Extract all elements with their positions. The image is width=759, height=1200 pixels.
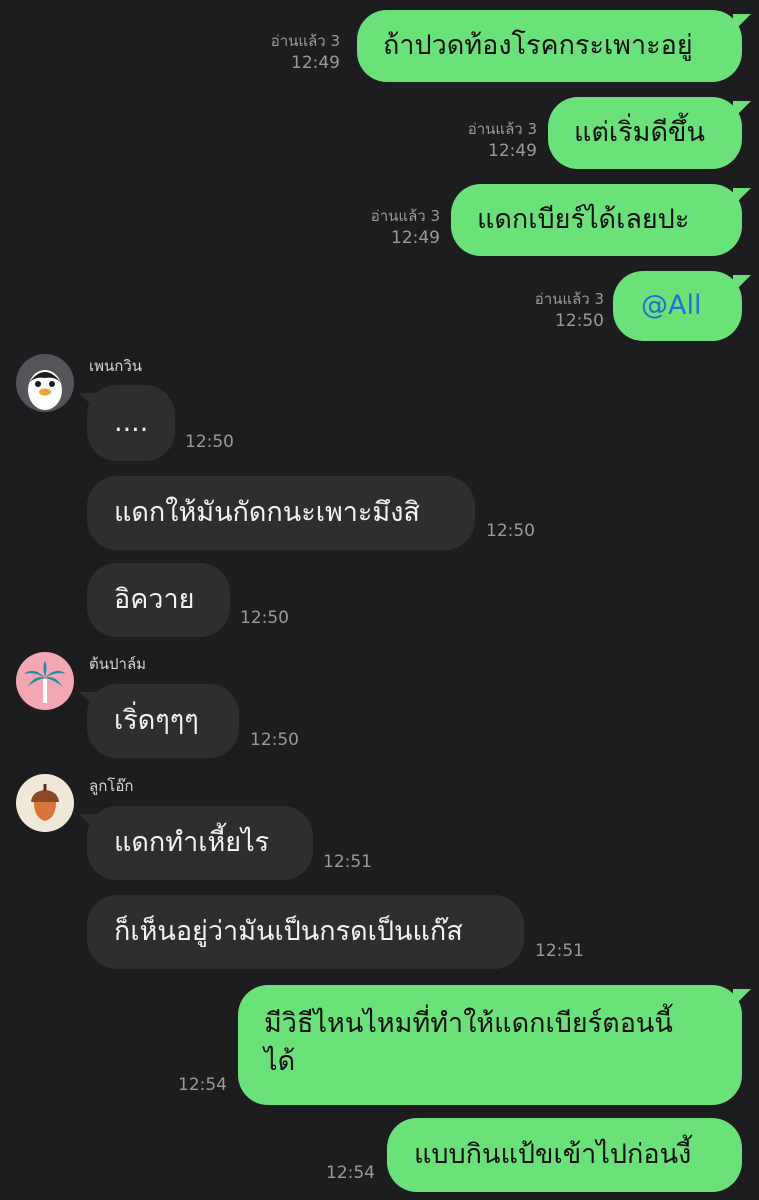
incoming-message-bubble[interactable]: ก็เห็นอยู่ว่ามันเป็นกรดเป็นแก๊ส: [87, 895, 524, 969]
message-time: 12:51: [323, 852, 372, 872]
read-receipt: อ่านแล้ว 3: [370, 207, 440, 225]
message-time: 12:51: [535, 941, 584, 961]
message-time: 12:54: [178, 1075, 227, 1095]
sender-name: ลูกโอ๊ก: [89, 777, 134, 795]
message-meta: อ่านแล้ว 3 12:49: [328, 205, 440, 249]
message-time: 12:49: [488, 141, 537, 161]
avatar-palm[interactable]: [16, 652, 74, 710]
bubble-tail: [79, 393, 97, 411]
avatar-acorn[interactable]: [16, 774, 74, 832]
bubble-tail: [79, 814, 97, 832]
incoming-message-bubble[interactable]: เริ่ดๆๆๆ: [79, 684, 239, 758]
message-text: เริ่ดๆๆๆ: [114, 705, 199, 736]
penguin-icon: [28, 370, 62, 410]
message-meta: อ่านแล้ว 3 12:49: [425, 118, 537, 162]
message-text: แดกทำเหี้ยไร: [114, 827, 270, 858]
message-text-line-2: ได้: [264, 1046, 296, 1077]
sender-name: ต้นปาล์ม: [89, 655, 147, 673]
outgoing-message-bubble[interactable]: แดกเบียร์ได้เลยปะ: [451, 184, 751, 256]
read-receipt: อ่านแล้ว 3: [270, 32, 340, 50]
message-time: 12:50: [240, 608, 289, 628]
message-time: 12:50: [250, 730, 299, 750]
bubble-tail: [733, 989, 751, 1007]
avatar-penguin[interactable]: [16, 354, 74, 412]
outgoing-message-bubble[interactable]: แบบกินแป้ขเข้าไปก่อนงี้: [387, 1118, 742, 1192]
message-meta: 12:54: [160, 1074, 227, 1096]
acorn-icon: [31, 784, 59, 821]
message-time: 12:50: [486, 521, 535, 541]
read-receipt: อ่านแล้ว 3: [467, 120, 537, 138]
message-meta: 12:54: [305, 1162, 375, 1184]
message-text: แบบกินแป้ขเข้าไปก่อนงี้: [414, 1139, 692, 1170]
message-text: แต่เริ่มดีขึ้น: [574, 117, 705, 148]
message-time: 12:50: [555, 311, 604, 331]
incoming-message-bubble[interactable]: ....: [79, 385, 175, 461]
message-text: ก็เห็นอยู่ว่ามันเป็นกรดเป็นแก๊ส: [114, 916, 463, 947]
bubble-tail: [733, 101, 751, 119]
outgoing-message-bubble[interactable]: มีวิธีไหนไหมที่ทำให้แดกเบียร์ตอนนี้ ได้: [238, 985, 751, 1105]
message-text: แดกให้มันกัดกนะเพาะมึงสิ: [114, 497, 420, 528]
read-receipt: อ่านแล้ว 3: [534, 290, 604, 308]
bubble-tail: [79, 692, 97, 710]
palm-tree-icon: [24, 661, 66, 703]
message-text: ....: [114, 407, 149, 438]
incoming-message-bubble[interactable]: แดกให้มันกัดกนะเพาะมึงสิ: [87, 476, 475, 550]
message-time: 12:54: [326, 1163, 375, 1183]
message-time: 12:49: [291, 53, 340, 73]
bubble-tail: [733, 14, 751, 32]
outgoing-message-bubble[interactable]: ถ้าปวดท้องโรคกระเพาะอยู่: [357, 10, 751, 82]
incoming-message-bubble[interactable]: แดกทำเหี้ยไร: [79, 806, 313, 880]
incoming-message-bubble[interactable]: อิควาย: [87, 563, 230, 637]
sender-name: เพนกวิน: [89, 357, 143, 375]
bubble-tail: [733, 275, 751, 293]
message-text: แดกเบียร์ได้เลยปะ: [477, 204, 690, 235]
outgoing-message-bubble[interactable]: @All: [613, 271, 751, 341]
message-meta: อ่านแล้ว 3 12:49: [230, 30, 340, 74]
message-time: 12:49: [391, 228, 440, 248]
outgoing-message-bubble[interactable]: แต่เริ่มดีขึ้น: [548, 97, 751, 169]
message-meta: อ่านแล้ว 3 12:50: [492, 288, 604, 332]
message-text: ถ้าปวดท้องโรคกระเพาะอยู่: [383, 30, 693, 61]
message-text-line-1: มีวิธีไหนไหมที่ทำให้แดกเบียร์ตอนนี้: [264, 1008, 673, 1039]
message-text: อิควาย: [114, 584, 195, 615]
message-time: 12:50: [185, 432, 234, 452]
mention-all-link[interactable]: @All: [641, 287, 701, 325]
bubble-tail: [733, 188, 751, 206]
